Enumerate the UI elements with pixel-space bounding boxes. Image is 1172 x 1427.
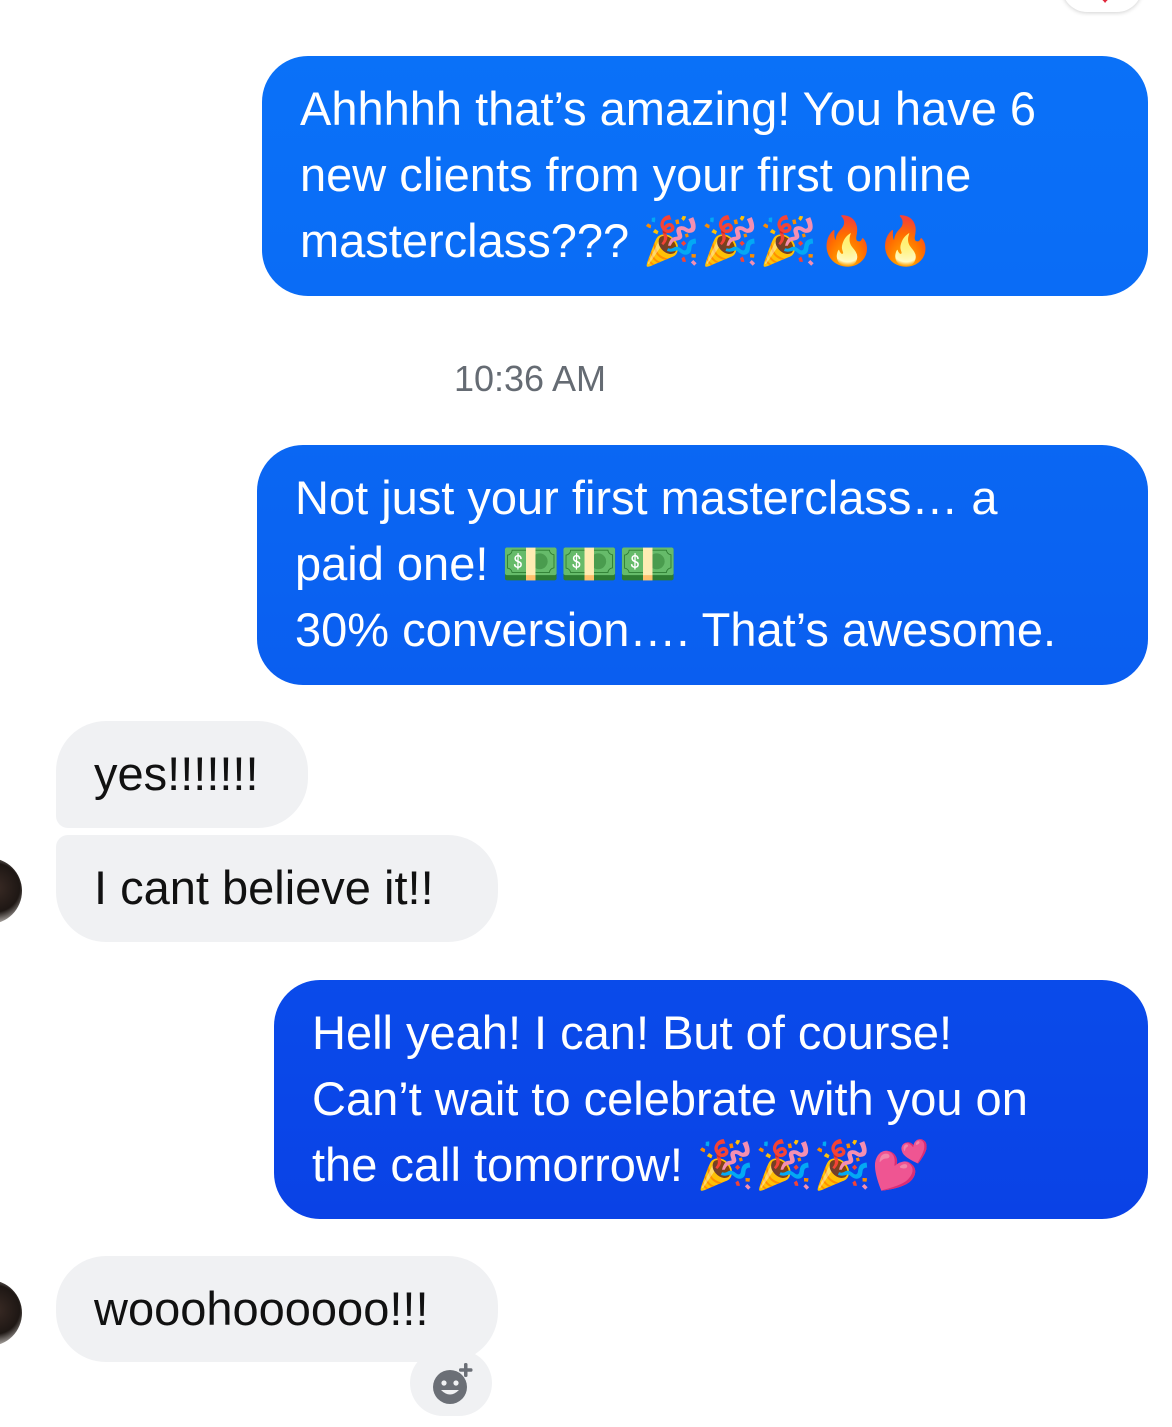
incoming-message-bubble[interactable]: I cant believe it!! — [56, 835, 498, 942]
message-timestamp: 10:36 AM — [453, 358, 607, 399]
outgoing-message-bubble[interactable]: Hell yeah! I can! But of course! Can’t w… — [274, 980, 1148, 1219]
message-reaction-badge[interactable]: ❤ — [1062, 0, 1142, 12]
add-reaction-button[interactable] — [410, 1350, 492, 1416]
incoming-message-bubble[interactable]: wooohoooooo!!! — [56, 1256, 498, 1362]
add-reaction-icon — [433, 1363, 473, 1404]
avatar[interactable] — [0, 1280, 22, 1346]
heart-icon: ❤ — [1095, 0, 1115, 10]
avatar[interactable] — [0, 858, 22, 924]
outgoing-message-bubble[interactable]: Ahhhhh that’s amazing! You have 6 new cl… — [262, 56, 1148, 296]
incoming-message-bubble[interactable]: yes!!!!!!! — [56, 721, 308, 828]
outgoing-message-bubble[interactable]: Not just your first masterclass… a paid … — [257, 445, 1148, 685]
